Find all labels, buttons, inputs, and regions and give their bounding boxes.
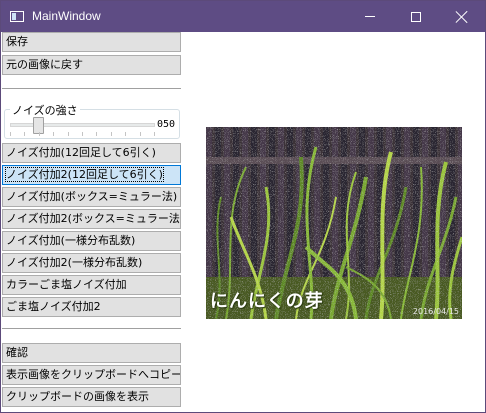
noise-add-uniform-button[interactable]: ノイズ付加(一様分布乱数)	[2, 231, 181, 251]
show-clipboard-image-label: クリップボードの画像を表示	[6, 390, 149, 403]
preview-image: にんにくの芽 2016/04/15	[206, 127, 462, 319]
color-salt-pepper-label: カラーごま塩ノイズ付加	[6, 278, 127, 291]
confirm-button-label: 確認	[6, 346, 28, 359]
noise-slider-ticks	[10, 132, 155, 136]
image-caption: にんにくの芽	[210, 291, 324, 312]
app-icon	[10, 11, 24, 22]
noise-add-12-6-label: ノイズ付加(12回足して6引く)	[6, 146, 156, 159]
window-title: MainWindow	[32, 9, 101, 23]
save-button-label: 保存	[6, 35, 28, 48]
noise-add-box-muller-label: ノイズ付加(ボックス=ミュラー法)	[6, 190, 178, 203]
noise-add2-12-6-label: ノイズ付加2(12回足して6引く)	[5, 167, 164, 182]
slider-tick	[111, 132, 112, 136]
noise-slider-track[interactable]	[10, 123, 155, 127]
noise-add-box-muller-button[interactable]: ノイズ付加(ボックス=ミュラー法)	[2, 187, 181, 207]
salt-pepper2-button[interactable]: ごま塩ノイズ付加2	[2, 297, 181, 317]
noise-slider-value: 050	[157, 119, 176, 130]
noise-add-uniform-label: ノイズ付加(一様分布乱数)	[6, 234, 136, 247]
noise-strength-title: ノイズの強さ	[10, 102, 80, 118]
slider-tick	[82, 132, 83, 136]
slider-tick	[24, 132, 25, 136]
noise-add2-box-muller-button[interactable]: ノイズ付加2(ボックス=ミュラー法)	[2, 209, 181, 229]
minimize-button[interactable]	[347, 1, 393, 32]
noise-add2-uniform-button[interactable]: ノイズ付加2(一様分布乱数)	[2, 253, 181, 273]
maximize-icon	[411, 11, 421, 22]
main-window: MainWindow 保存 元の画像に戻す ノイズの強さ 050 ノイズ付加(1…	[0, 0, 486, 413]
copy-to-clipboard-button[interactable]: 表示画像をクリップボードへコピー	[2, 365, 181, 385]
noise-strength-group: ノイズの強さ 050	[4, 102, 180, 139]
slider-tick	[140, 132, 141, 136]
close-button[interactable]	[439, 1, 485, 32]
copy-to-clipboard-label: 表示画像をクリップボードへコピー	[6, 368, 181, 381]
noise-add2-uniform-label: ノイズ付加2(一様分布乱数)	[6, 256, 143, 269]
maximize-button[interactable]	[393, 1, 439, 32]
slider-tick	[10, 132, 11, 136]
slider-tick	[154, 132, 155, 136]
noise-add-12-6-button[interactable]: ノイズ付加(12回足して6引く)	[2, 143, 181, 163]
salt-pepper2-label: ごま塩ノイズ付加2	[6, 300, 101, 313]
image-date: 2016/04/15	[412, 307, 459, 316]
color-salt-pepper-button[interactable]: カラーごま塩ノイズ付加	[2, 275, 181, 295]
noise-add2-box-muller-label: ノイズ付加2(ボックス=ミュラー法)	[6, 212, 181, 225]
confirm-button[interactable]: 確認	[2, 343, 181, 363]
separator-top	[2, 88, 181, 89]
slider-tick	[39, 132, 40, 136]
restore-original-button-label: 元の画像に戻す	[6, 58, 83, 71]
slider-tick	[68, 132, 69, 136]
save-button[interactable]: 保存	[2, 32, 181, 52]
noise-add2-12-6-button[interactable]: ノイズ付加2(12回足して6引く)	[2, 165, 181, 185]
show-clipboard-image-button[interactable]: クリップボードの画像を表示	[2, 387, 181, 407]
slider-tick	[125, 132, 126, 136]
slider-tick	[53, 132, 54, 136]
separator-bottom	[2, 328, 181, 329]
title-bar[interactable]: MainWindow	[1, 1, 485, 32]
close-icon	[456, 11, 468, 23]
slider-tick	[96, 132, 97, 136]
minimize-icon	[365, 16, 375, 17]
restore-original-button[interactable]: 元の画像に戻す	[2, 55, 181, 75]
